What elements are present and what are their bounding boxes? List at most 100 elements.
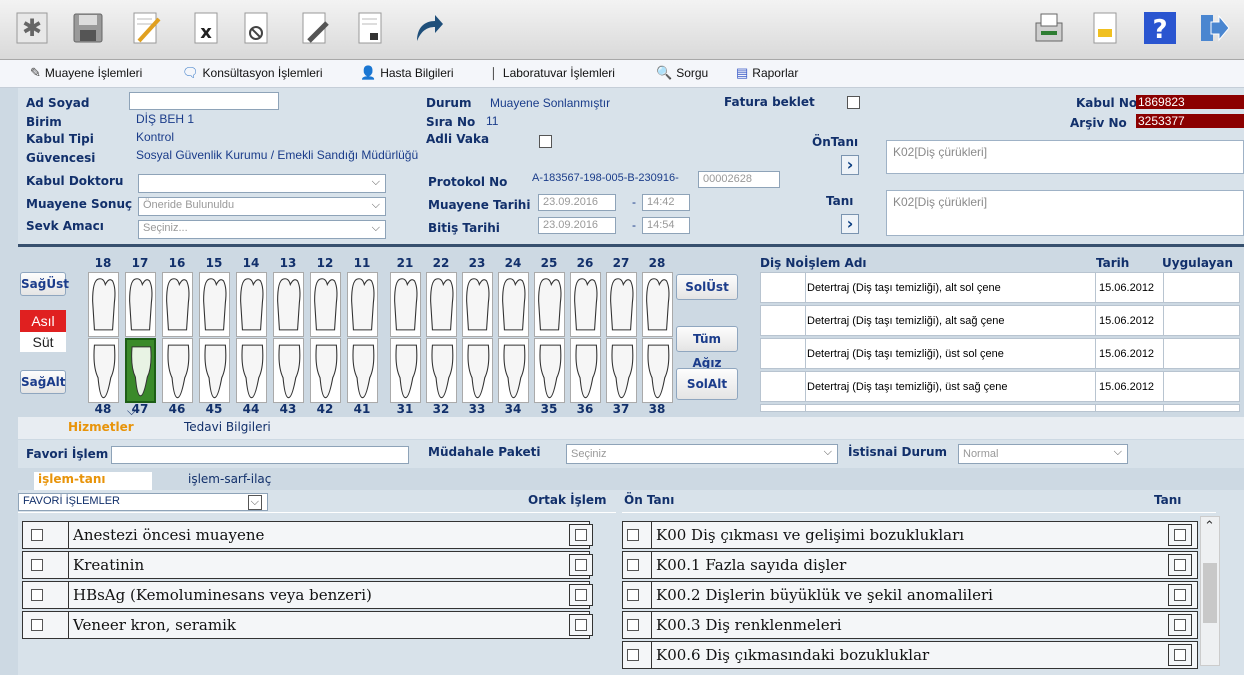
kabul-doktoru-select[interactable]: ⌵ bbox=[138, 174, 386, 193]
on-tani-checkbox[interactable] bbox=[627, 559, 639, 571]
tani-arrow-button[interactable]: › bbox=[841, 214, 859, 234]
tooth-32[interactable] bbox=[426, 338, 457, 403]
menu-konsultasyon-islemleri[interactable]: 🗨 Konsültasyon İşlemleri bbox=[182, 65, 323, 81]
tooth-48[interactable] bbox=[88, 338, 119, 403]
tooth-38[interactable] bbox=[642, 338, 673, 403]
table-row[interactable]: Detertraj (Diş taşı temizliği), alt sol … bbox=[760, 272, 1240, 303]
on-tani-checkbox[interactable] bbox=[627, 619, 639, 631]
list-item[interactable]: Anestezi öncesi muayene bbox=[22, 521, 593, 549]
tooth-15[interactable] bbox=[199, 272, 230, 337]
tooth-34[interactable] bbox=[498, 338, 529, 403]
on-tani-arrow-button[interactable]: › bbox=[841, 155, 859, 175]
list-item[interactable]: K00.3 Diş renklenmeleri bbox=[622, 611, 1198, 639]
tooth-13[interactable] bbox=[273, 272, 304, 337]
tooth-37[interactable] bbox=[606, 338, 637, 403]
tooth-24[interactable] bbox=[498, 272, 529, 337]
tooth-17[interactable] bbox=[125, 272, 156, 337]
scrollbar-thumb[interactable] bbox=[1203, 563, 1217, 623]
menu-muayene-islemleri[interactable]: ✎ Muayene İşlemleri bbox=[30, 65, 142, 81]
tooth-14[interactable] bbox=[236, 272, 267, 337]
print-icon[interactable] bbox=[1028, 6, 1072, 50]
sol-alt-button[interactable]: SolAlt bbox=[676, 368, 738, 400]
tooth-43[interactable] bbox=[273, 338, 304, 403]
bitis-saati-field[interactable]: 14:54 bbox=[642, 217, 690, 234]
tooth-31[interactable] bbox=[390, 338, 421, 403]
on-tani-checkbox[interactable] bbox=[627, 649, 639, 661]
sut-toggle[interactable]: Süt bbox=[20, 332, 66, 352]
menu-hasta-bilgileri[interactable]: 👤 Hasta Bilgileri bbox=[360, 65, 454, 81]
redirect-icon[interactable] bbox=[406, 6, 450, 50]
tooth-22[interactable] bbox=[426, 272, 457, 337]
tooth-41[interactable] bbox=[347, 338, 378, 403]
list-item[interactable]: K00.2 Dişlerin büyüklük ve şekil anomali… bbox=[622, 581, 1198, 609]
ortak-islem-checkbox[interactable] bbox=[569, 554, 593, 576]
report-icon[interactable] bbox=[1083, 6, 1127, 50]
mudahale-paketi-select[interactable]: Seçiniz ⌵ bbox=[566, 444, 838, 464]
tooth-36[interactable] bbox=[570, 338, 601, 403]
table-row[interactable]: Detertraj (Diş taşı temizliği), alt sağ … bbox=[760, 305, 1240, 336]
sag-alt-button[interactable]: SağAlt bbox=[20, 370, 66, 394]
menu-laboratuvar-islemleri[interactable]: ❘ Laboratuvar İşlemleri bbox=[488, 65, 615, 81]
tani-checkbox[interactable] bbox=[1168, 644, 1192, 666]
tooth-21[interactable] bbox=[390, 272, 421, 337]
help-icon[interactable]: ? bbox=[1138, 6, 1182, 50]
tooth-18[interactable] bbox=[88, 272, 119, 337]
lock-document-icon[interactable] bbox=[348, 6, 392, 50]
tum-agiz-button[interactable]: Tüm Ağız bbox=[676, 326, 738, 370]
list-item[interactable]: K00.1 Fazla sayıda dişler bbox=[622, 551, 1198, 579]
favori-islem-input[interactable] bbox=[111, 446, 409, 464]
tab-islem-tani[interactable]: işlem-tanı bbox=[34, 472, 152, 490]
tooth-26[interactable] bbox=[570, 272, 601, 337]
tani-checkbox[interactable] bbox=[1168, 554, 1192, 576]
tooth-46[interactable] bbox=[162, 338, 193, 403]
tani-field[interactable]: K02[Diş çürükleri] bbox=[886, 190, 1244, 236]
tooth-23[interactable] bbox=[462, 272, 493, 337]
sol-ust-button[interactable]: SolÜst bbox=[676, 274, 738, 300]
table-row[interactable]: Detertraj (Diş taşı temizliği), üst sağ … bbox=[760, 371, 1240, 402]
muayene-saati-field[interactable]: 14:42 bbox=[642, 194, 690, 211]
tooth-11[interactable] bbox=[347, 272, 378, 337]
new-icon[interactable]: ✱ bbox=[10, 6, 54, 50]
tani-checkbox[interactable] bbox=[1168, 584, 1192, 606]
select-checkbox[interactable] bbox=[31, 559, 43, 571]
tooth-45[interactable] bbox=[199, 338, 230, 403]
tab-islem-sarf-ilac[interactable]: işlem-sarf-ilaç bbox=[188, 472, 271, 486]
menu-raporlar[interactable]: ▤ Raporlar bbox=[736, 65, 798, 81]
select-checkbox[interactable] bbox=[31, 529, 43, 541]
tani-checkbox[interactable] bbox=[1168, 524, 1192, 546]
table-row[interactable]: Detertraj (Diş taşı temizliği), üst sol … bbox=[760, 338, 1240, 369]
tooth-42[interactable] bbox=[310, 338, 341, 403]
tab-hizmetler[interactable]: Hizmetler bbox=[68, 420, 134, 434]
sevk-amaci-select[interactable]: Seçiniz... ⌵ bbox=[138, 220, 386, 239]
sag-ust-button[interactable]: SağÜst bbox=[20, 272, 69, 296]
on-tani-checkbox[interactable] bbox=[627, 589, 639, 601]
adli-vaka-checkbox[interactable] bbox=[539, 135, 552, 148]
sign-icon[interactable] bbox=[292, 6, 336, 50]
menu-sorgu[interactable]: 🔍 Sorgu bbox=[656, 65, 708, 81]
muayene-tarihi-field[interactable]: 23.09.2016 bbox=[538, 194, 616, 211]
list-item[interactable]: Veneer kron, seramik bbox=[22, 611, 593, 639]
ortak-islem-checkbox[interactable] bbox=[569, 584, 593, 606]
ortak-islem-checkbox[interactable] bbox=[569, 524, 593, 546]
tab-tedavi-bilgileri[interactable]: Tedavi Bilgileri bbox=[184, 420, 271, 434]
tooth-25[interactable] bbox=[534, 272, 565, 337]
list-item[interactable]: K00.6 Diş çıkmasındaki bozukluklar bbox=[622, 641, 1198, 669]
favori-islemler-select[interactable]: FAVORİ İŞLEMLER ⌵ bbox=[18, 493, 268, 511]
tooth-33[interactable] bbox=[462, 338, 493, 403]
tooth-28[interactable] bbox=[642, 272, 673, 337]
table-row[interactable] bbox=[760, 404, 1240, 412]
tooth-12[interactable] bbox=[310, 272, 341, 337]
chevron-up-icon[interactable]: ⌃ bbox=[1204, 519, 1215, 534]
on-tani-field[interactable]: K02[Diş çürükleri] bbox=[886, 140, 1244, 174]
ortak-islem-checkbox[interactable] bbox=[569, 614, 593, 636]
select-checkbox[interactable] bbox=[31, 619, 43, 631]
list-item[interactable]: HBsAg (Kemoluminesans veya benzeri) bbox=[22, 581, 593, 609]
edit-icon[interactable] bbox=[124, 6, 168, 50]
save-icon[interactable] bbox=[66, 6, 110, 50]
cancel-icon[interactable] bbox=[234, 6, 278, 50]
asil-toggle[interactable]: Asıl bbox=[20, 310, 66, 332]
tooth-44[interactable] bbox=[236, 338, 267, 403]
fatura-beklet-checkbox[interactable] bbox=[847, 96, 860, 109]
exit-icon[interactable] bbox=[1192, 6, 1236, 50]
istisnai-durum-select[interactable]: Normal ⌵ bbox=[958, 444, 1128, 464]
